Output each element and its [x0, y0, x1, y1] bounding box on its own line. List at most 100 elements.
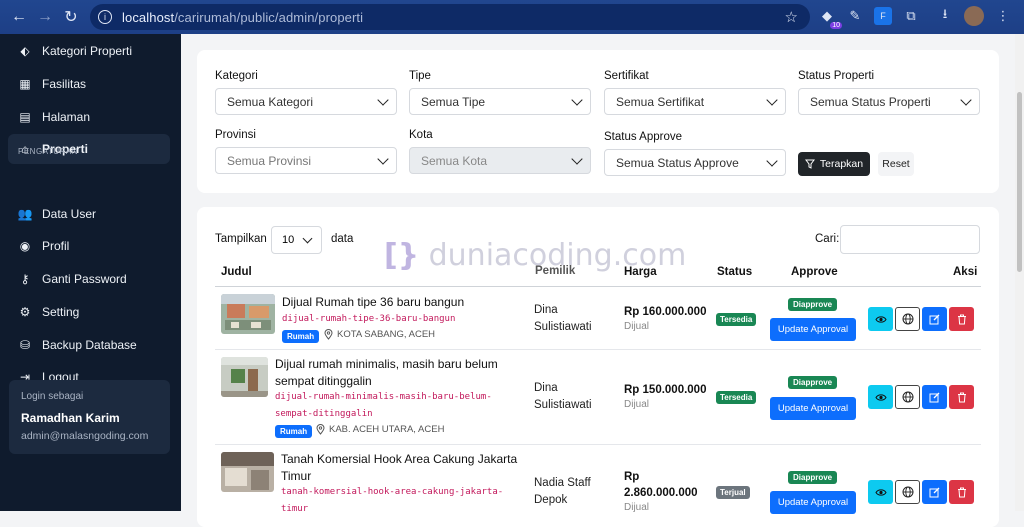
filter-label-kota: Kota [409, 129, 433, 141]
edit-icon [929, 487, 940, 497]
kategori-select[interactable]: Semua Kategori [215, 88, 397, 115]
extension-icon[interactable]: F [874, 7, 892, 25]
owner-name: Nadia Staff Depok [534, 477, 591, 506]
filter-label-status-approve: Status Approve [604, 131, 682, 143]
trash-icon [957, 392, 966, 402]
update-approval-button[interactable]: Update Approval [770, 318, 856, 341]
eye-icon [874, 393, 887, 401]
page-length-select[interactable]: 10 [271, 226, 322, 254]
profile-avatar[interactable] [964, 6, 984, 26]
eyedropper-icon[interactable]: ✎ [846, 7, 864, 25]
property-price: Rp 160.000.000 [624, 306, 707, 318]
reload-icon[interactable]: ↻ [58, 7, 84, 27]
globe-icon [902, 486, 913, 498]
chevron-down-icon [302, 233, 313, 244]
edit-icon [929, 392, 940, 402]
property-title[interactable]: Dijual rumah minimalis, masih baru belum… [275, 356, 498, 390]
sidebar-item-halaman[interactable]: ▤ Halaman [8, 102, 170, 132]
download-icon[interactable]: ⭳ [936, 6, 954, 25]
scrollbar-thumb[interactable] [1017, 92, 1022, 272]
map-pin-icon [324, 329, 333, 340]
login-name: Ramadhan Karim [21, 411, 120, 425]
col-header-approve[interactable]: Approve [791, 266, 838, 278]
status-badge: Terjual [716, 486, 750, 499]
reset-filter-button[interactable]: Reset [878, 152, 914, 176]
delete-button[interactable] [949, 480, 974, 504]
property-slug: tanah-komersial-hook-area-cakung-jakarta… [281, 487, 504, 514]
property-title[interactable]: Tanah Komersial Hook Area Cakung Jakarta… [281, 451, 517, 485]
view-button[interactable] [868, 307, 893, 331]
sale-type: Dijual [624, 321, 650, 332]
update-approval-button[interactable]: Update Approval [770, 397, 856, 420]
chevron-down-icon [571, 94, 583, 106]
menu-dots-icon[interactable]: ⋮ [994, 7, 1012, 25]
sertifikat-select[interactable]: Semua Sertifikat [604, 88, 786, 115]
file-icon: ▤ [19, 110, 31, 124]
owner-name: Dina Sulistiawati [534, 382, 592, 411]
property-title[interactable]: Dijual Rumah tipe 36 baru bangun [282, 294, 464, 311]
chevron-down-icon [377, 94, 389, 106]
view-button[interactable] [868, 480, 893, 504]
edit-button[interactable] [922, 480, 947, 504]
status-properti-select[interactable]: Semua Status Properti [798, 88, 980, 115]
user-circle-icon: ◉ [19, 239, 31, 253]
approve-badge: Diapprove [788, 376, 838, 389]
status-approve-select[interactable]: Semua Status Approve [604, 149, 786, 176]
approve-badge: Diapprove [788, 471, 838, 484]
sidebar-item-ganti-password[interactable]: ⚷ Ganti Password [8, 264, 170, 294]
col-header-judul[interactable]: Judul [221, 266, 252, 278]
open-site-button[interactable] [895, 480, 920, 504]
sidebar-item-data-user[interactable]: 👥 Data User [8, 199, 170, 229]
delete-button[interactable] [949, 385, 974, 409]
search-input[interactable] [840, 225, 980, 254]
col-header-aksi[interactable]: Aksi [953, 266, 977, 278]
col-header-harga[interactable]: Harga [624, 266, 657, 278]
extension-puzzle-badge-icon[interactable]: ◆ 10 [818, 7, 842, 29]
show-entries-label: Tampilkan [215, 233, 267, 245]
key-icon: ⚷ [20, 272, 30, 286]
bookmark-star-icon[interactable]: ☆ [785, 8, 798, 26]
filter-label-tipe: Tipe [409, 70, 431, 82]
edit-button[interactable] [922, 307, 947, 331]
row-divider [215, 444, 981, 445]
delete-button[interactable] [949, 307, 974, 331]
sidebar-item-backup-database[interactable]: ⛁ Backup Database [8, 330, 170, 360]
tipe-select[interactable]: Semua Tipe [409, 88, 591, 115]
forward-icon[interactable]: → [32, 8, 58, 26]
apply-filter-button[interactable]: Terapkan [798, 152, 870, 176]
eye-icon [874, 488, 887, 496]
page-scrollbar[interactable] [1015, 34, 1024, 511]
edit-button[interactable] [922, 385, 947, 409]
puzzle-icon[interactable]: ⧉ [902, 7, 920, 25]
sidebar-item-setting[interactable]: ⚙ Setting [8, 297, 170, 327]
back-icon[interactable]: ← [6, 8, 32, 26]
sidebar-item-profil[interactable]: ◉ Profil [8, 231, 170, 261]
search-label: Cari: [815, 233, 840, 245]
property-location: KAB. ACEH UTARA, ACEH [316, 424, 444, 435]
chevron-down-icon [377, 153, 389, 165]
view-button[interactable] [868, 385, 893, 409]
property-slug: dijual-rumah-minimalis-masih-baru-belum-… [275, 392, 492, 419]
database-icon: ⛁ [19, 338, 31, 352]
address-bar[interactable]: i localhost/carirumah/public/admin/prope… [90, 4, 810, 30]
login-info: Login sebagai Ramadhan Karim admin@malas… [9, 380, 170, 454]
login-email: admin@malasngoding.com [21, 430, 149, 442]
filter-label-provinsi: Provinsi [215, 129, 256, 141]
status-badge: Tersedia [716, 391, 757, 404]
globe-icon [902, 313, 913, 325]
sidebar-item-fasilitas[interactable]: ▦ Fasilitas [8, 69, 170, 99]
grid-icon: ▦ [19, 77, 31, 91]
tag-icon: ⬖ [20, 44, 30, 58]
globe-icon [902, 391, 913, 403]
site-info-icon[interactable]: i [98, 10, 112, 24]
kota-select[interactable]: Semua Kota [409, 147, 591, 174]
open-site-button[interactable] [895, 385, 920, 409]
col-header-status[interactable]: Status [717, 266, 752, 278]
approve-badge: Diapprove [788, 298, 838, 311]
provinsi-select[interactable]: Semua Provinsi [215, 147, 397, 174]
sidebar-item-kategori-properti[interactable]: ⬖ Kategori Properti [8, 36, 170, 66]
open-site-button[interactable] [895, 307, 920, 331]
col-header-pemilik[interactable]: Pemilik [535, 265, 575, 277]
property-thumbnail [221, 294, 275, 334]
filter-label-kategori: Kategori [215, 70, 258, 82]
